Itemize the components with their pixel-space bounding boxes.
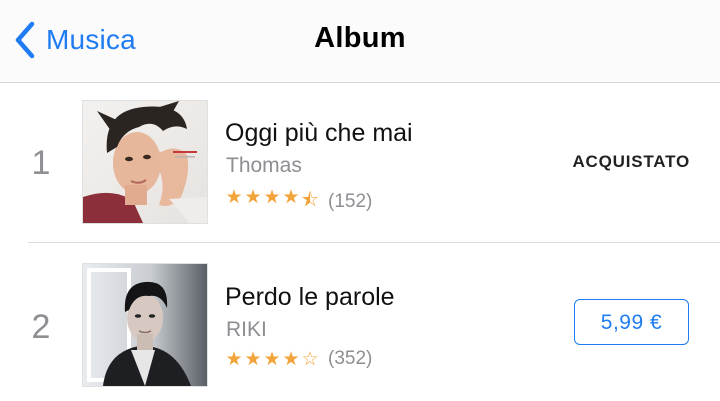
star-rating: ★ ★ ★ ★ ☆ <box>225 348 320 370</box>
page-title: Album <box>314 22 406 54</box>
empty-star-icon: ☆ <box>301 348 320 370</box>
rating-count: (152) <box>328 191 373 212</box>
album-row[interactable]: 2 Perdo le parole RIKI ★ ★ ★ ★ ☆ (352) 5… <box>0 243 720 401</box>
album-rating: ★ ★ ★ ★ ☆ (352) <box>225 348 372 370</box>
album-title: Perdo le parole <box>225 283 395 311</box>
album-rating: ★ ★ ★ ★ ⯪ (152) <box>225 186 372 218</box>
purchased-label: ACQUISTATO <box>572 152 690 171</box>
buy-price-button[interactable]: 5,99 € <box>574 299 689 345</box>
album-chart-screen: Musica Album 1 Oggi più che mai Thomas ★… <box>0 0 720 401</box>
star-icon: ★ <box>225 186 244 208</box>
star-icon: ★ <box>244 348 263 370</box>
album-row[interactable]: 1 Oggi più che mai Thomas ★ ★ ★ ★ ⯪ (152… <box>0 82 720 242</box>
album-cover-image[interactable] <box>82 100 208 224</box>
star-icon: ★ <box>282 186 301 208</box>
half-star-icon: ⯪ <box>301 189 320 211</box>
rank-number: 2 <box>31 308 51 346</box>
star-icon: ★ <box>225 348 244 370</box>
rank-number: 1 <box>31 144 51 182</box>
star-icon: ★ <box>244 186 263 208</box>
star-icon: ★ <box>263 186 282 208</box>
album-artist[interactable]: RIKI <box>226 318 267 342</box>
star-icon: ★ <box>263 348 282 370</box>
album-title: Oggi più che mai <box>225 119 413 147</box>
star-icon: ★ <box>282 348 301 370</box>
navigation-bar: Musica Album <box>0 0 720 83</box>
album-cover-image[interactable] <box>82 263 208 387</box>
star-rating: ★ ★ ★ ★ ⯪ <box>225 186 320 218</box>
rating-count: (352) <box>328 348 373 369</box>
album-artist[interactable]: Thomas <box>226 154 302 178</box>
